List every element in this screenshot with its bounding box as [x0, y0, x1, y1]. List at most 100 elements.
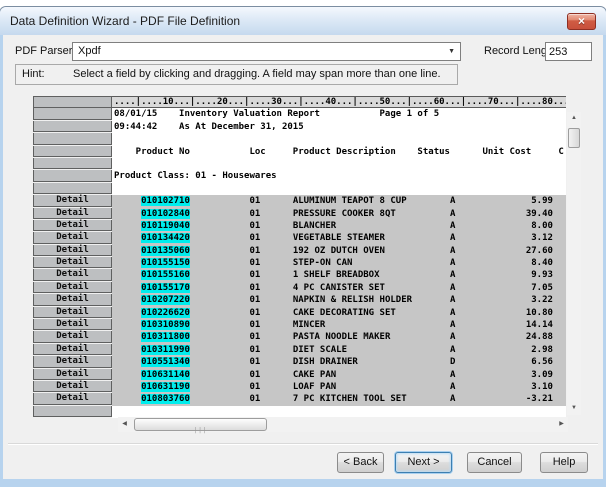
detail-row-label-cell[interactable]: Detail [33, 307, 112, 318]
report-line-text[interactable]: 010155170 01 4 PC CANISTER SET A 7.05 [112, 282, 566, 294]
report-line[interactable] [30, 158, 566, 170]
detail-row-label-cell[interactable]: Detail [33, 393, 112, 404]
detail-row-label-cell[interactable]: Detail [33, 369, 112, 380]
product-no-field-highlight[interactable]: 010631190 [141, 382, 190, 392]
row-label-cell[interactable] [33, 121, 112, 132]
vertical-scroll-thumb[interactable] [568, 128, 580, 148]
report-line-text[interactable]: 010310890 01 MINCER A 14.14 [112, 319, 566, 331]
report-line-text[interactable] [112, 183, 566, 195]
report-detail-line[interactable]: Detail 010207220 01 NAPKIN & RELISH HOLD… [30, 294, 566, 306]
detail-row-label-cell[interactable]: Detail [33, 208, 112, 219]
product-no-field-highlight[interactable]: 010102710 [141, 196, 190, 206]
report-line-text[interactable]: 010631140 01 CAKE PAN A 3.09 [112, 369, 566, 381]
product-no-field-highlight[interactable]: 010119040 [141, 221, 190, 231]
product-no-field-highlight[interactable]: 010207220 [141, 295, 190, 305]
close-button[interactable]: × [567, 13, 596, 30]
title-bar[interactable]: Data Definition Wizard - PDF File Defini… [0, 7, 606, 35]
scroll-up-icon[interactable]: ▲ [567, 112, 581, 125]
vertical-scrollbar[interactable]: ▲ ▼ [567, 112, 581, 415]
product-no-field-highlight[interactable]: 010551340 [141, 357, 190, 367]
report-line-text[interactable]: 010226620 01 CAKE DECORATING SET A 10.80 [112, 307, 566, 319]
detail-row-label-cell[interactable]: Detail [33, 195, 112, 206]
detail-row-label-cell[interactable]: Detail [33, 245, 112, 256]
product-no-field-highlight[interactable]: 010102840 [141, 209, 190, 219]
report-line[interactable] [30, 183, 566, 195]
report-line[interactable]: Product Class: 01 - Housewares [30, 170, 566, 182]
report-line-text[interactable]: 010155150 01 STEP-ON CAN A 8.40 [112, 257, 566, 269]
detail-row-label-cell[interactable]: Detail [33, 232, 112, 243]
product-no-field-highlight[interactable]: 010631140 [141, 370, 190, 380]
report-detail-line[interactable]: Detail 010155150 01 STEP-ON CAN A 8.40 [30, 257, 566, 269]
report-line-text[interactable]: 010311800 01 PASTA NOODLE MAKER A 24.88 [112, 331, 566, 343]
report-line-text[interactable]: 010119040 01 BLANCHER A 8.00 [112, 220, 566, 232]
report-detail-line[interactable]: Detail 010155170 01 4 PC CANISTER SET A … [30, 282, 566, 294]
detail-row-label-cell[interactable]: Detail [33, 331, 112, 342]
report-detail-line[interactable]: Detail 010102710 01 ALUMINUM TEAPOT 8 CU… [30, 195, 566, 207]
report-detail-line[interactable]: Detail 010119040 01 BLANCHER A 8.00 [30, 220, 566, 232]
report-detail-line[interactable]: Detail 010551340 01 DISH DRAINER D 6.56 [30, 356, 566, 368]
horizontal-scrollbar[interactable]: ◀ ||| ▶ [118, 417, 568, 432]
report-line-text[interactable]: 09:44:42 As At December 31, 2015 [112, 121, 566, 133]
report-line-text[interactable]: 010551340 01 DISH DRAINER D 6.56 [112, 356, 566, 368]
report-detail-line[interactable]: Detail 010226620 01 CAKE DECORATING SET … [30, 307, 566, 319]
report-detail-line[interactable]: Detail 010803760 01 7 PC KITCHEN TOOL SE… [30, 393, 566, 405]
report-line-text[interactable]: 010102710 01 ALUMINUM TEAPOT 8 CUP A 5.9… [112, 195, 566, 207]
scroll-down-icon[interactable]: ▼ [567, 402, 581, 415]
help-button[interactable]: Help [540, 452, 588, 473]
report-line-text[interactable]: 010134420 01 VEGETABLE STEAMER A 3.12 [112, 232, 566, 244]
report-line-text[interactable]: 08/01/15 Inventory Valuation Report Page… [112, 108, 566, 120]
report-line[interactable] [30, 133, 566, 145]
report-detail-line[interactable]: Detail 010135060 01 192 OZ DUTCH OVEN A … [30, 245, 566, 257]
report-detail-line[interactable]: Detail 010311800 01 PASTA NOODLE MAKER A… [30, 331, 566, 343]
product-no-field-highlight[interactable]: 010803760 [141, 394, 190, 404]
report-detail-line[interactable]: Detail 010102840 01 PRESSURE COOKER 8QT … [30, 208, 566, 220]
report-detail-line[interactable]: Detail 010310890 01 MINCER A 14.14 [30, 319, 566, 331]
row-label-cell[interactable] [33, 96, 112, 108]
detail-row-label-cell[interactable]: Detail [33, 319, 112, 330]
product-no-field-highlight[interactable]: 010311800 [141, 332, 190, 342]
back-button[interactable]: < Back [337, 452, 384, 473]
report-detail-line[interactable]: Detail 010155160 01 1 SHELF BREADBOX A 9… [30, 269, 566, 281]
report-detail-line[interactable]: Detail 010134420 01 VEGETABLE STEAMER A … [30, 232, 566, 244]
row-label-cell[interactable] [33, 146, 112, 157]
row-label-cell[interactable] [33, 406, 112, 417]
report-line[interactable]: ....|....10...|....20...|....30...|....4… [30, 96, 566, 108]
detail-row-label-cell[interactable]: Detail [33, 269, 112, 280]
product-no-field-highlight[interactable]: 010226620 [141, 308, 190, 318]
report-line[interactable]: 08/01/15 Inventory Valuation Report Page… [30, 108, 566, 120]
report-line-text[interactable]: 010803760 01 7 PC KITCHEN TOOL SET A -3.… [112, 393, 566, 405]
report-line-text[interactable]: 010207220 01 NAPKIN & RELISH HOLDER A 3.… [112, 294, 566, 306]
detail-row-label-cell[interactable]: Detail [33, 381, 112, 392]
detail-row-label-cell[interactable]: Detail [33, 294, 112, 305]
product-no-field-highlight[interactable]: 010155170 [141, 283, 190, 293]
pdf-parser-select[interactable]: Xpdf ▼ [72, 42, 461, 61]
report-detail-line[interactable]: Detail 010631140 01 CAKE PAN A 3.09 [30, 369, 566, 381]
detail-row-label-cell[interactable]: Detail [33, 257, 112, 268]
report-line-text[interactable]: Product No Loc Product Description Statu… [112, 146, 566, 158]
product-no-field-highlight[interactable]: 010311990 [141, 345, 190, 355]
report-line-text[interactable]: 010155160 01 1 SHELF BREADBOX A 9.93 [112, 269, 566, 281]
next-button[interactable]: Next > [395, 452, 452, 473]
row-label-cell[interactable] [33, 170, 112, 181]
row-label-cell[interactable] [33, 108, 112, 119]
report-line-text[interactable]: 010311990 01 DIET SCALE A 2.98 [112, 344, 566, 356]
report-line[interactable]: 09:44:42 As At December 31, 2015 [30, 121, 566, 133]
row-label-cell[interactable] [33, 183, 112, 194]
report-detail-line[interactable]: Detail 010311990 01 DIET SCALE A 2.98 [30, 344, 566, 356]
row-label-cell[interactable] [33, 158, 112, 169]
record-length-input[interactable] [545, 42, 592, 61]
product-no-field-highlight[interactable]: 010135060 [141, 246, 190, 256]
report-preview[interactable]: ....|....10...|....20...|....30...|....4… [30, 96, 566, 418]
detail-row-label-cell[interactable]: Detail [33, 282, 112, 293]
product-no-field-highlight[interactable]: 010155160 [141, 270, 190, 280]
report-line[interactable]: Product No Loc Product Description Statu… [30, 146, 566, 158]
product-no-field-highlight[interactable]: 010155150 [141, 258, 190, 268]
product-no-field-highlight[interactable]: 010310890 [141, 320, 190, 330]
product-no-field-highlight[interactable]: 010134420 [141, 233, 190, 243]
report-line-text[interactable]: 010631190 01 LOAF PAN A 3.10 [112, 381, 566, 393]
detail-row-label-cell[interactable]: Detail [33, 344, 112, 355]
report-line-text[interactable] [112, 158, 566, 170]
horizontal-scroll-thumb[interactable]: ||| [134, 418, 267, 431]
detail-row-label-cell[interactable]: Detail [33, 220, 112, 231]
scroll-left-icon[interactable]: ◀ [118, 417, 131, 432]
